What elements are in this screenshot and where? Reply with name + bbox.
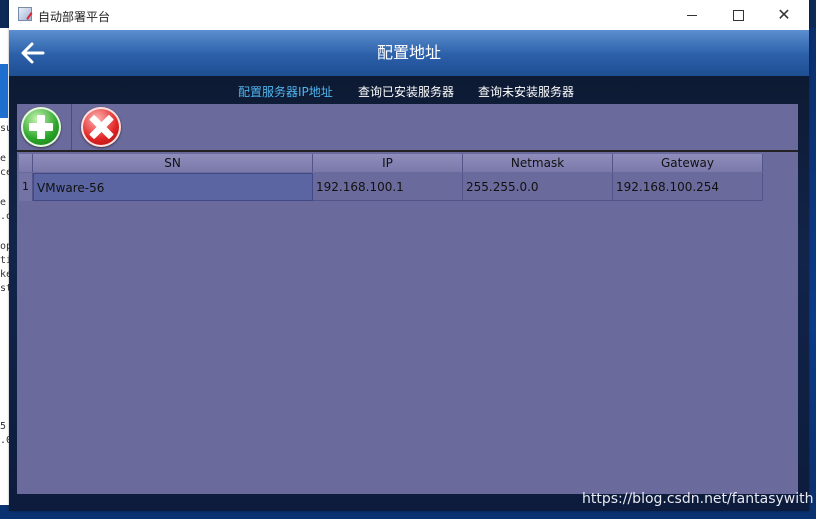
main-content: 配置服务器IP地址 查询已安装服务器 查询未安装服务器 SN IP Netmas… [9, 76, 809, 511]
background-text: e [0, 197, 7, 208]
table-header: SN IP Netmask Gateway [19, 154, 763, 172]
cell-gateway[interactable]: 192.168.100.254 [613, 173, 763, 201]
minimize-icon [687, 14, 697, 16]
server-table: SN IP Netmask Gateway 1 VMware-56 192.16… [17, 152, 798, 494]
page-title: 配置地址 [376, 43, 441, 62]
maximize-button[interactable] [715, 0, 761, 30]
back-arrow-icon[interactable] [19, 39, 47, 67]
app-icon [18, 7, 32, 21]
close-icon: ✕ [777, 5, 791, 24]
column-header-ip[interactable]: IP [313, 154, 463, 172]
column-header-sn[interactable]: SN [33, 154, 313, 172]
background-desktop [808, 28, 816, 519]
background-text: e [0, 153, 7, 164]
column-header-gateway[interactable]: Gateway [613, 154, 763, 172]
delete-button[interactable] [81, 107, 121, 147]
toolbar [17, 104, 798, 152]
table-row[interactable]: 1 VMware-56 192.168.100.1 255.255.0.0 19… [19, 173, 763, 201]
background-taskbar-strip [0, 64, 8, 118]
column-header-netmask[interactable]: Netmask [463, 154, 613, 172]
app-window: 自动部署平台 ✕ 配置地址 配置服务器IP地址 查询已安装服务器 查询未安装服务… [9, 0, 809, 511]
add-button[interactable] [21, 107, 61, 147]
tab-bar: 配置服务器IP地址 查询已安装服务器 查询未安装服务器 [9, 76, 809, 104]
table-corner[interactable] [19, 154, 33, 172]
tab-configure-ip[interactable]: 配置服务器IP地址 [238, 83, 333, 100]
toolbar-divider [71, 104, 72, 150]
background-text: 5 [0, 421, 7, 432]
row-number[interactable]: 1 [19, 173, 33, 201]
close-button[interactable]: ✕ [761, 0, 807, 30]
cell-sn[interactable]: VMware-56 [33, 173, 313, 201]
tab-uninstalled-servers[interactable]: 查询未安装服务器 [478, 83, 574, 100]
watermark: https://blog.csdn.net/fantasywith [582, 491, 814, 507]
window-title: 自动部署平台 [38, 10, 111, 24]
plus-circle-icon [29, 123, 53, 131]
maximize-icon [732, 9, 744, 21]
app-header: 配置地址 [9, 30, 809, 76]
cell-netmask[interactable]: 255.255.0.0 [463, 173, 613, 201]
minimize-button[interactable] [669, 0, 715, 30]
cell-ip[interactable]: 192.168.100.1 [313, 173, 463, 201]
title-bar[interactable]: 自动部署平台 ✕ [9, 0, 809, 30]
tab-installed-servers[interactable]: 查询已安装服务器 [358, 83, 454, 100]
